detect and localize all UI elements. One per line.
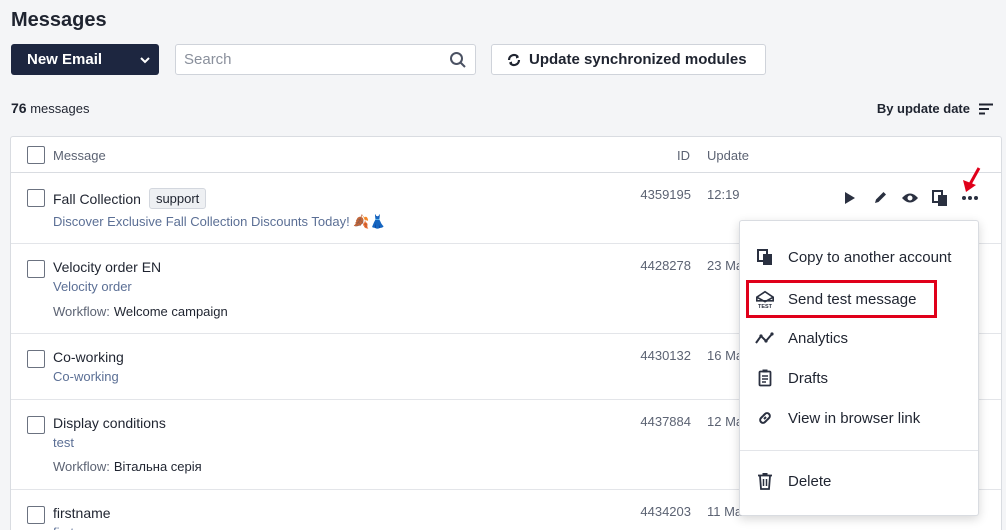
page-title: Messages bbox=[11, 9, 107, 31]
menu-item-copy-to-another-account[interactable]: Copy to another account bbox=[740, 240, 978, 274]
count-value: 76 bbox=[11, 100, 27, 116]
row-checkbox[interactable] bbox=[27, 506, 45, 524]
row-checkbox[interactable] bbox=[27, 189, 45, 207]
message-name-text: Velocity order EN bbox=[53, 259, 162, 275]
menu-item-delete[interactable]: Delete bbox=[740, 464, 978, 498]
search-box bbox=[175, 44, 476, 75]
message-workflow: Workflow: Вітальна серія bbox=[53, 459, 202, 474]
row-checkbox[interactable] bbox=[27, 416, 45, 434]
message-name[interactable]: firstname bbox=[53, 505, 111, 521]
menu-divider bbox=[740, 450, 978, 451]
message-update: 23 Ma bbox=[707, 258, 744, 273]
new-email-label: New Email bbox=[27, 51, 103, 68]
workflow-value: Вітальна серія bbox=[113, 459, 202, 474]
workflow-value: Welcome campaign bbox=[113, 304, 228, 319]
message-subtitle: Discover Exclusive Fall Collection Disco… bbox=[53, 214, 386, 229]
message-workflow: Workflow: Welcome campaign bbox=[53, 304, 228, 319]
message-update: 16 Ma bbox=[707, 348, 744, 363]
message-subtitle: Co-working bbox=[53, 369, 119, 384]
message-name[interactable]: Fall Collection support bbox=[53, 188, 207, 209]
message-name-text: firstname bbox=[53, 505, 111, 521]
row-checkbox[interactable] bbox=[27, 260, 45, 278]
play-icon[interactable] bbox=[841, 189, 859, 207]
message-subtitle: first bbox=[53, 525, 74, 530]
search-icon[interactable] bbox=[449, 51, 467, 74]
message-subtitle: test bbox=[53, 435, 74, 450]
message-name-text: Fall Collection bbox=[53, 190, 141, 207]
chevron-down-icon[interactable] bbox=[131, 44, 159, 75]
message-tag: support bbox=[148, 188, 207, 209]
menu-item-view-in-browser-link[interactable]: View in browser link bbox=[740, 401, 978, 435]
drafts-icon bbox=[755, 368, 775, 388]
sort-control[interactable]: By update date bbox=[877, 101, 993, 116]
message-update: 12:19 bbox=[707, 187, 740, 202]
message-update: 11 Ma bbox=[707, 504, 743, 519]
new-email-button[interactable]: New Email bbox=[11, 44, 159, 75]
message-name-text: Co-working bbox=[53, 349, 124, 365]
workflow-label: Workflow: bbox=[53, 459, 110, 474]
message-name[interactable]: Velocity order EN bbox=[53, 259, 161, 275]
header-update: Update bbox=[707, 148, 749, 163]
sync-label: Update synchronized modules bbox=[529, 51, 747, 68]
link-icon bbox=[755, 408, 775, 428]
workflow-label: Workflow: bbox=[53, 304, 110, 319]
menu-item-label: Analytics bbox=[788, 329, 849, 347]
eye-icon[interactable] bbox=[901, 189, 919, 207]
sort-icon bbox=[979, 103, 993, 114]
message-count: 76 messages bbox=[11, 100, 89, 116]
message-name[interactable]: Display conditions bbox=[53, 415, 166, 431]
red-arrow-annotation bbox=[963, 167, 981, 192]
message-update: 12 Ma bbox=[707, 414, 744, 429]
menu-item-label: View in browser link bbox=[788, 409, 921, 427]
select-all-checkbox[interactable] bbox=[27, 146, 45, 164]
menu-item-label: Send test message bbox=[788, 290, 917, 308]
header-id: ID bbox=[677, 148, 690, 163]
menu-item-label: Drafts bbox=[788, 369, 829, 387]
copy-icon[interactable] bbox=[931, 189, 949, 207]
svg-text:TEST: TEST bbox=[758, 304, 773, 310]
message-name-text: Display conditions bbox=[53, 415, 166, 431]
header-message: Message bbox=[53, 148, 106, 163]
row-actions bbox=[841, 189, 979, 207]
pencil-icon[interactable] bbox=[871, 189, 889, 207]
copy-icon bbox=[755, 247, 775, 267]
sync-icon bbox=[507, 53, 521, 66]
message-name[interactable]: Co-working bbox=[53, 349, 124, 365]
message-id: 4434203 bbox=[640, 504, 691, 519]
table-header: Message ID Update bbox=[11, 137, 1001, 173]
menu-item-analytics[interactable]: Analytics bbox=[740, 321, 978, 355]
menu-item-label: Delete bbox=[788, 472, 832, 490]
message-subtitle: Velocity order bbox=[53, 279, 132, 294]
message-id: 4359195 bbox=[640, 187, 691, 202]
sort-label: By update date bbox=[876, 101, 970, 116]
search-input[interactable] bbox=[176, 45, 436, 74]
row-actions-menu: Copy to another account TEST Send test m… bbox=[739, 220, 979, 516]
message-id: 4430132 bbox=[640, 348, 691, 363]
trash-icon bbox=[755, 471, 775, 491]
row-checkbox[interactable] bbox=[27, 350, 45, 368]
message-id: 4428278 bbox=[640, 258, 691, 273]
count-suffix: messages bbox=[30, 101, 90, 116]
message-id: 4437884 bbox=[640, 414, 691, 429]
analytics-icon bbox=[755, 328, 775, 348]
menu-item-send-test-message[interactable]: TEST Send test message bbox=[746, 280, 937, 318]
test-mail-icon: TEST bbox=[755, 289, 775, 310]
update-synchronized-modules-button[interactable]: Update synchronized modules bbox=[491, 44, 766, 75]
menu-item-drafts[interactable]: Drafts bbox=[740, 361, 978, 395]
menu-item-label: Copy to another account bbox=[788, 248, 952, 266]
